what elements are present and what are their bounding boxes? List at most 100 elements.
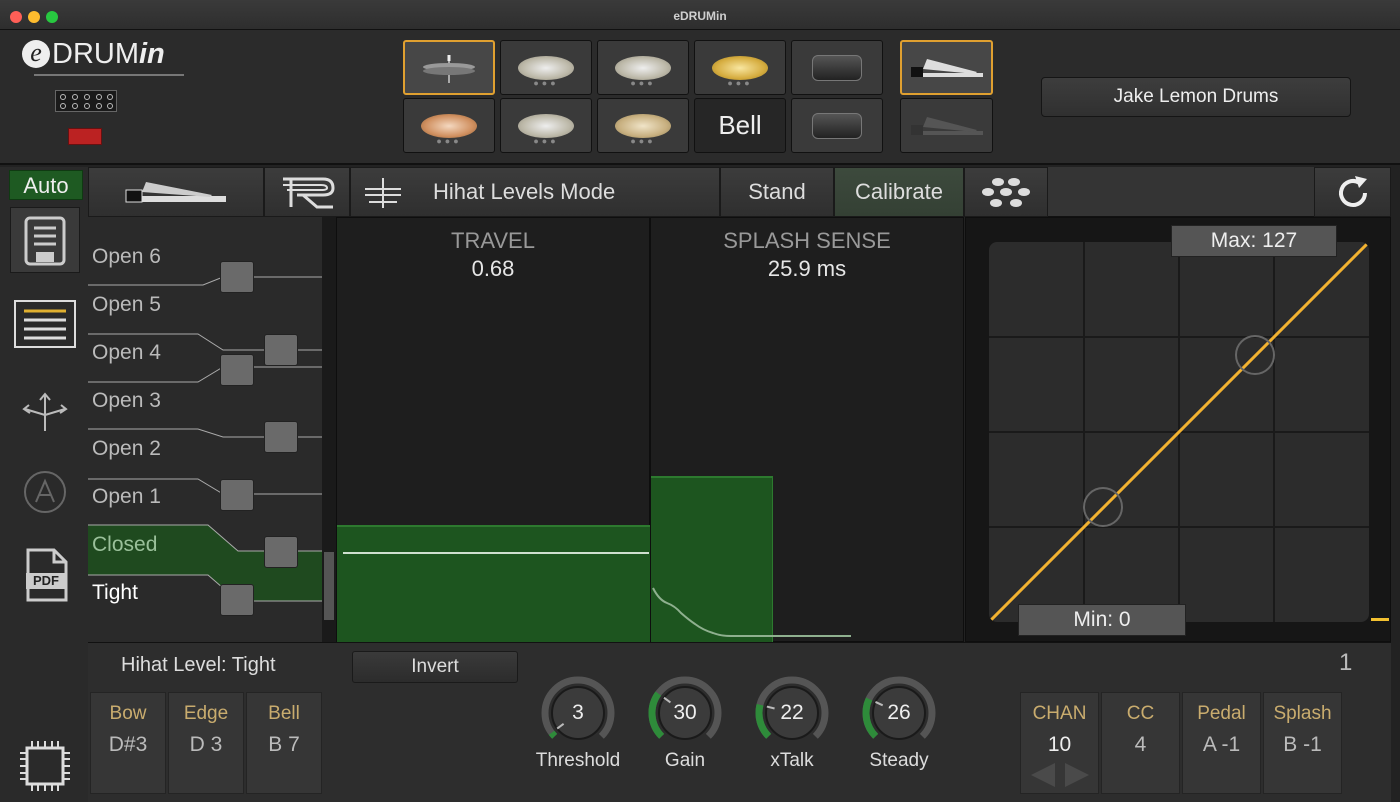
pad-2-6[interactable] [900,98,993,153]
logo-drum: DRUM [52,38,139,70]
level-open-3[interactable]: Open 3 [92,389,161,413]
midi-splash[interactable]: Splash B -1 [1263,692,1342,794]
hihat-levels-list: Open 6 Open 5 Open 4 Open 3 Open 2 Open 1 Clos… [88,217,322,642]
knob-xtalk[interactable]: 22 [754,675,830,751]
title-bar: eDRUMin [0,0,1400,30]
pedal-icon [910,116,983,135]
midi-label: Splash [1273,703,1332,724]
level-open-5[interactable]: Open 5 [92,293,161,317]
level-handle-2[interactable] [264,334,298,366]
min-label[interactable]: Min: 0 [1018,604,1186,636]
knob-gain[interactable]: 30 [647,675,723,751]
levels-scrollbar[interactable] [322,217,336,642]
pad-1-3[interactable]: ●●● [597,40,689,95]
channel-arrows[interactable] [1027,761,1093,789]
page-number: 1 [1339,649,1353,676]
level-closed[interactable]: Closed [92,533,157,557]
cymbal-icon [421,113,477,138]
mode-label: Hihat Levels Mode [433,179,616,204]
note-label: Edge [183,703,229,724]
invert-button[interactable]: Invert [352,651,518,683]
pad-1-1[interactable] [403,40,495,95]
pedal-type-button[interactable] [88,167,264,217]
knob-label-xtalk: xTalk [770,750,814,771]
list-icon[interactable] [14,300,76,348]
travel-threshold-line[interactable] [343,552,649,554]
pedal-icon [910,58,983,77]
chevron-left-icon[interactable] [1031,763,1055,787]
note-label: Bow [109,703,147,724]
level-open-4[interactable]: Open 4 [92,341,161,365]
zone-dots: ●●● [436,136,462,146]
velocity-curve-panel: Max: 127 Min: 0 [965,217,1391,642]
knob-steady[interactable]: 26 [861,675,937,751]
level-open-2[interactable]: Open 2 [92,437,161,461]
level-handle-6[interactable] [264,536,298,568]
knob-value: 3 [572,701,584,724]
dots-icon[interactable] [964,167,1048,217]
pad-1-6[interactable] [900,40,993,95]
note-bow[interactable]: Bow D#3 [90,692,166,794]
pad-1-5[interactable] [791,40,883,95]
knob-threshold[interactable]: 3 [540,675,616,751]
note-bell[interactable]: Bell B 7 [246,692,322,794]
curve-grid[interactable] [989,242,1369,622]
pad-2-3[interactable]: ●●● [597,98,689,153]
midi-pedal[interactable]: Pedal A -1 [1182,692,1261,794]
midi-value: B -1 [1283,733,1322,756]
edrumin-logo: e DRUMin [22,38,192,80]
max-label[interactable]: Max: 127 [1171,225,1337,257]
pad-2-5[interactable] [791,98,883,153]
level-open-1[interactable]: Open 1 [92,485,161,509]
pad-2-2[interactable]: ●●● [500,98,592,153]
refresh-icon[interactable] [1314,167,1391,217]
level-tight[interactable]: Tight [92,581,138,605]
knob-value: 30 [673,701,697,724]
travel-title: TRAVEL [451,228,535,253]
drum-icon [812,112,862,139]
midi-cc[interactable]: CC 4 [1101,692,1180,794]
midi-value: A -1 [1202,733,1241,756]
midi-label: Pedal [1197,703,1246,724]
logo-underline [34,74,184,76]
note-value: D#3 [108,733,148,756]
auto-button[interactable]: Auto [9,170,83,200]
hihat-icon [423,54,475,83]
level-handle-1[interactable] [220,261,254,293]
hihat-levels-mode-button[interactable]: Hihat Levels Mode [350,167,720,217]
zone-dots: ●●● [533,78,559,88]
midi-label: CC [1126,703,1155,724]
level-handle-7[interactable] [220,584,254,616]
midi-chan[interactable]: CHAN 10 [1020,692,1099,794]
kit-name-button[interactable]: Jake Lemon Drums [1041,77,1351,117]
level-open-6[interactable]: Open 6 [92,245,161,269]
save-icon[interactable] [10,207,80,273]
level-handle-3[interactable] [220,354,254,386]
roland-icon[interactable] [264,167,350,217]
pad-2-4[interactable]: Bell [694,98,786,153]
bottom-panel: Hihat Level: Tight Invert 1 Bow D#3 Edge D … [88,642,1391,802]
level-handle-4[interactable] [264,421,298,453]
cymbal-icon [518,55,574,80]
window-title: eDRUMin [673,9,727,23]
splash-decay-curve [652,587,851,637]
zone-dots: ●●● [727,78,753,88]
connector-icon [55,90,117,112]
a-circle-icon[interactable] [23,470,67,514]
logo-e: e [22,40,50,68]
pad-1-4[interactable]: ●●● [694,40,786,95]
chip-icon[interactable] [18,739,72,793]
zone-dots: ●●● [533,136,559,146]
scrollbar-thumb[interactable] [324,552,334,620]
knob-label-gain: Gain [664,750,706,771]
stand-button[interactable]: Stand [720,167,834,217]
pad-2-1[interactable]: ●●● [403,98,495,153]
level-handle-5[interactable] [220,479,254,511]
routing-icon[interactable] [20,389,70,433]
note-edge[interactable]: Edge D 3 [168,692,244,794]
logo-text: DRUMin [52,38,165,71]
pad-1-2[interactable]: ●●● [500,40,592,95]
calibrate-button[interactable]: Calibrate [834,167,964,217]
pdf-icon[interactable]: PDF [22,547,70,603]
chevron-right-icon[interactable] [1065,763,1089,787]
